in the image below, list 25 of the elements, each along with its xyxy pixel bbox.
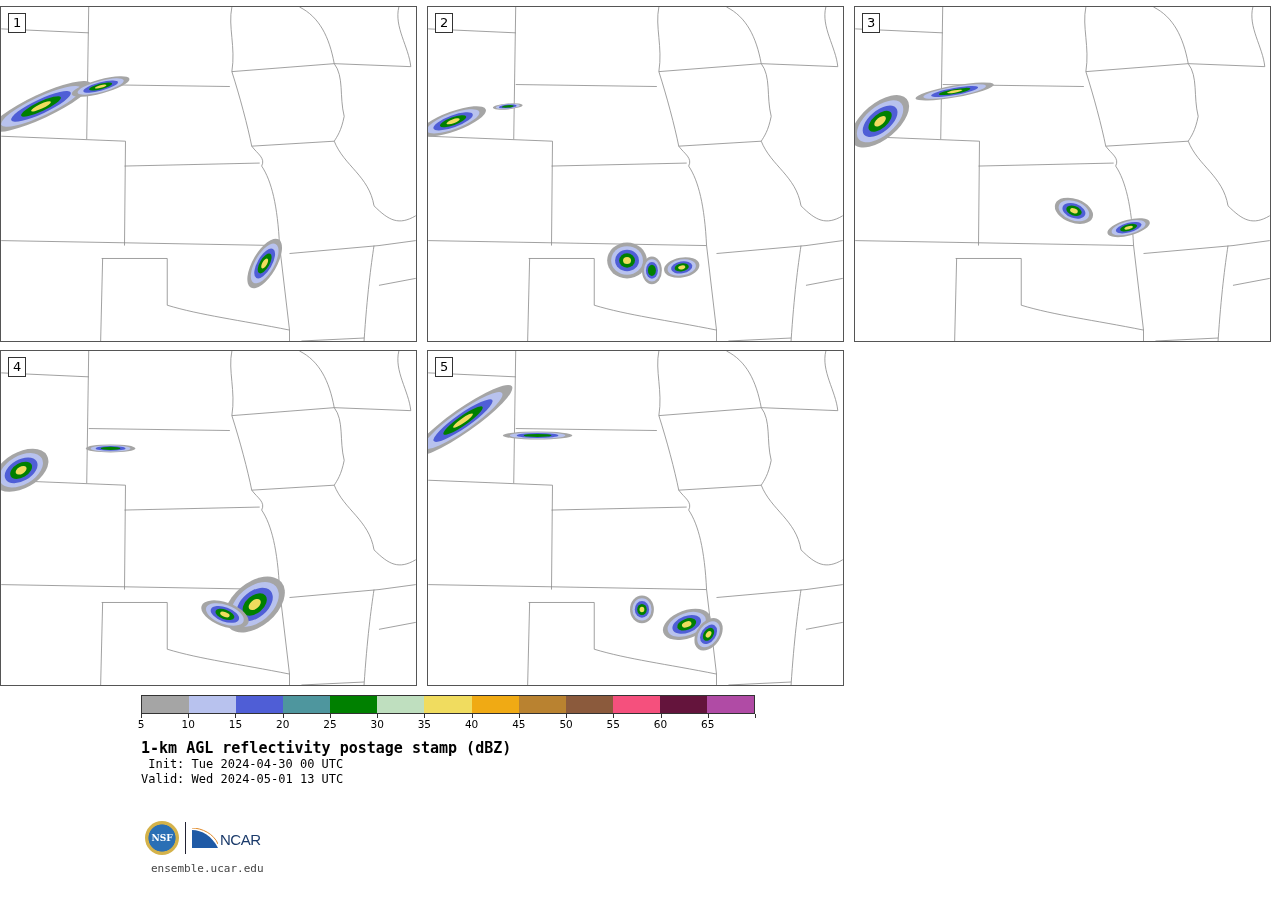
init-time: Init: Tue 2024-04-30 00 UTC (147, 757, 344, 772)
valid-time: Valid: Wed 2024-05-01 13 UTC (141, 772, 344, 787)
tick-label: 10 (181, 718, 195, 730)
panel-number: 2 (435, 13, 454, 33)
panel-number: 4 (8, 357, 27, 377)
tick-label: 35 (417, 718, 432, 730)
panel-number: 3 (862, 13, 881, 33)
tick-label: 20 (276, 718, 290, 730)
tick-label: 45 (512, 718, 526, 730)
tick-label: 50 (559, 718, 573, 730)
tick-label: 25 (323, 718, 337, 730)
tick-label: 60 (653, 718, 668, 730)
tick-label: 55 (606, 718, 620, 730)
chart-title: 1-km AGL reflectivity postage stamp (dBZ) (141, 739, 512, 757)
website-url: ensemble.ucar.edu (151, 862, 264, 875)
panel-number: 5 (435, 357, 454, 377)
nsf-logo: NSF (145, 821, 179, 855)
tick-label: 30 (370, 718, 384, 730)
panel-number: 1 (8, 13, 27, 33)
ncar-logo-text: NCAR (220, 831, 261, 848)
tick-label: 40 (464, 718, 479, 730)
tick-label: 5 (137, 718, 145, 730)
ncar-swoosh-icon (192, 828, 218, 848)
tick-label: 15 (228, 718, 243, 730)
tick-label: 65 (701, 718, 715, 730)
